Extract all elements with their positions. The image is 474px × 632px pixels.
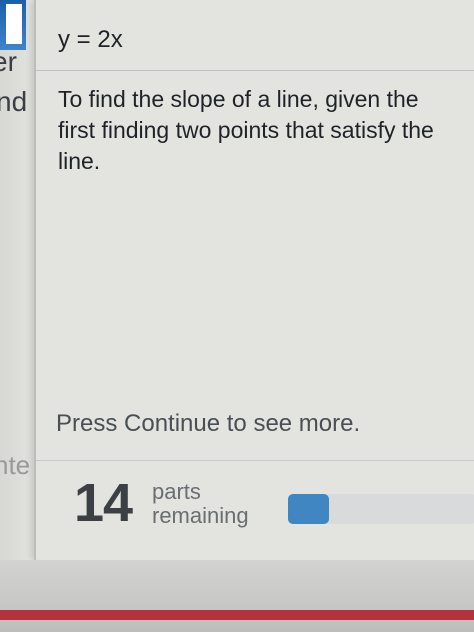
progress-bar-fill (288, 494, 330, 524)
divider (36, 70, 474, 71)
parts-label-line: parts (152, 479, 201, 504)
background-blue-element (0, 0, 26, 50)
screen-bottom-area (0, 560, 474, 632)
explanation-line: To find the slope of a line, given the (58, 86, 419, 112)
explanation-line: line. (58, 148, 101, 174)
continue-message: Press Continue to see more. (56, 410, 361, 437)
background-text-fragment: er (0, 46, 17, 77)
parts-label-line: remaining (152, 503, 249, 528)
background-text-fragment: nd (0, 86, 28, 117)
bottom-red-stripe (0, 610, 474, 620)
parts-remaining-label: parts remaining (152, 480, 249, 528)
background-text-fragment: nte (0, 450, 31, 480)
progress-bar (288, 494, 474, 524)
background-page-strip: er nd nte (0, 0, 34, 560)
explanation-text: To find the slope of a line, given the f… (58, 84, 474, 177)
parts-remaining-count: 14 (74, 473, 133, 533)
explanation-line: first finding two points that satisfy th… (58, 117, 434, 143)
equation-text: y = 2x (58, 26, 123, 53)
footer-divider (36, 460, 474, 461)
help-panel: y = 2x To find the slope of a line, give… (34, 0, 474, 560)
